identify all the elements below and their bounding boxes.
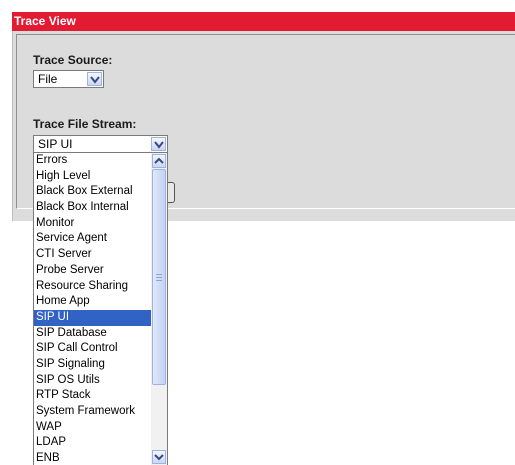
trace-file-stream-value: SIP UI [38, 137, 73, 151]
dropdown-option[interactable]: SIP Database [34, 326, 151, 342]
dropdown-option[interactable]: SIP UI [34, 309, 151, 326]
scroll-up-button[interactable] [152, 154, 166, 168]
dropdown-scrollbar[interactable] [151, 153, 167, 465]
dropdown-option[interactable]: Service Agent [34, 231, 151, 247]
dropdown-option[interactable]: LDAP [34, 435, 151, 451]
dropdown-option[interactable]: ENB [34, 451, 151, 465]
dropdown-option[interactable]: WAP [34, 420, 151, 436]
trace-source-label: Trace Source: [33, 53, 113, 67]
dropdown-option[interactable]: Black Box Internal [34, 200, 151, 216]
dropdown-option[interactable]: Errors [34, 153, 151, 169]
grip-line [156, 280, 162, 281]
chevron-down-icon[interactable] [151, 137, 166, 151]
dropdown-option[interactable]: CTI Server [34, 247, 151, 263]
dropdown-option[interactable]: Home App [34, 294, 151, 310]
dropdown-option[interactable]: High Level [34, 169, 151, 185]
grip-line [156, 274, 162, 275]
dropdown-option[interactable]: Resource Sharing [34, 279, 151, 295]
dropdown-option[interactable]: Monitor [34, 216, 151, 232]
dropdown-option-list: Errors High Level Black Box External Black … [34, 153, 151, 465]
chevron-up-icon [154, 157, 164, 164]
dropdown-option[interactable]: RTP Stack [34, 388, 151, 404]
trace-source-select[interactable]: File [33, 70, 104, 88]
trace-source-value: File [38, 72, 58, 86]
hidden-button-right-edge [168, 182, 175, 203]
trace-file-stream-dropdown[interactable]: Errors High Level Black Box External Black … [33, 152, 168, 465]
scroll-down-button[interactable] [152, 450, 166, 464]
dropdown-option[interactable]: SIP Signaling [34, 357, 151, 373]
trace-file-stream-select[interactable]: SIP UI [33, 135, 168, 153]
dropdown-option[interactable]: SIP Call Control [34, 341, 151, 357]
dropdown-option[interactable]: SIP OS Utils [34, 373, 151, 389]
dropdown-option[interactable]: System Framework [34, 404, 151, 420]
grip-line [156, 277, 162, 278]
dropdown-option[interactable]: Probe Server [34, 263, 151, 279]
trace-file-stream-label: Trace File Stream: [33, 117, 137, 131]
scroll-thumb[interactable] [152, 169, 166, 385]
chevron-down-icon [154, 454, 164, 461]
panel-title: Trace View [12, 12, 515, 31]
trace-view-page: Trace View Trace Source: File Trace File… [0, 0, 515, 465]
dropdown-option[interactable]: Black Box External [34, 184, 151, 200]
chevron-down-icon[interactable] [87, 72, 102, 86]
